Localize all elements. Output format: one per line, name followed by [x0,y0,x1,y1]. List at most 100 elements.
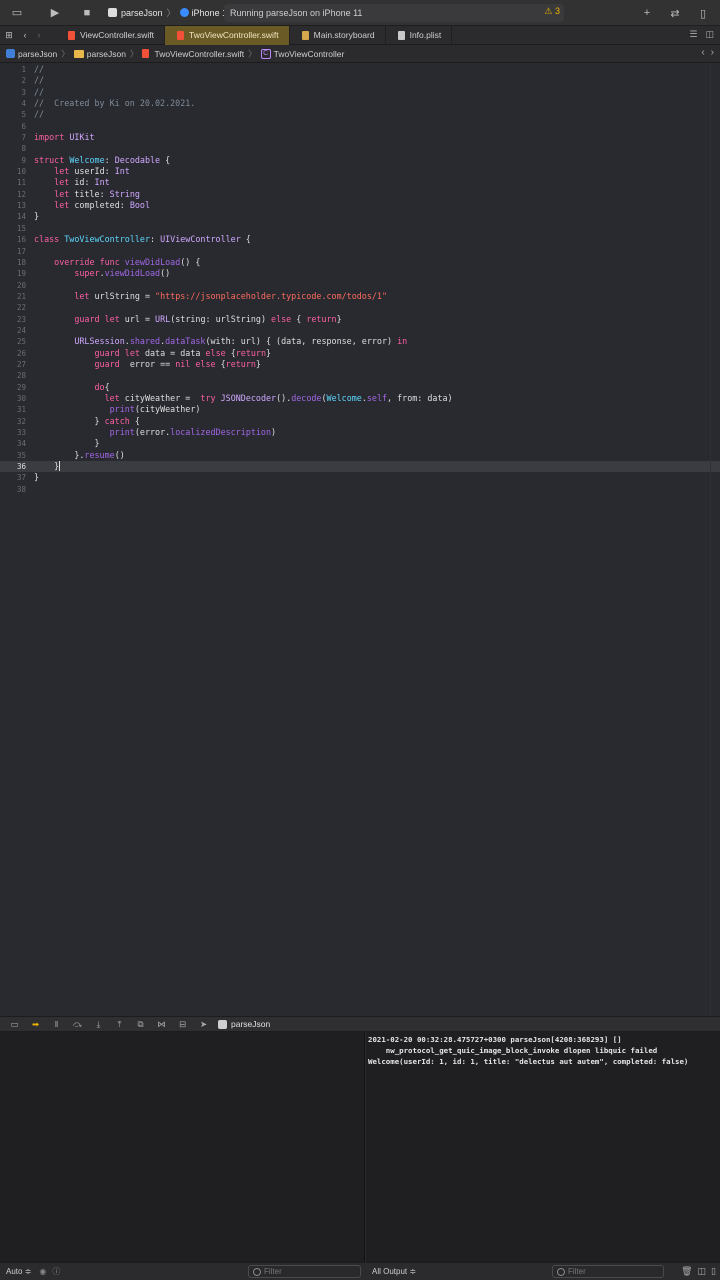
pause-icon[interactable]: ‖ [46,1016,67,1032]
process-selector[interactable]: parseJson [218,1019,270,1029]
simulate-location-icon[interactable]: ➤ [193,1016,214,1032]
code-line[interactable]: 30 let cityWeather = try JSONDecoder().d… [0,393,720,404]
tab-main-storyboard[interactable]: Main.storyboard [290,25,386,45]
code-line[interactable]: 23 guard let url = URL(string: urlString… [0,314,720,325]
code-text: } [34,472,40,483]
code-line[interactable]: 5 // [0,109,720,120]
hide-debug-area-icon[interactable]: ▭ [4,1016,25,1032]
code-line[interactable]: 24 [0,325,720,336]
line-number: 17 [16,246,26,256]
code-line[interactable]: 12 let title: String [0,189,720,200]
code-line[interactable]: 8 [0,143,720,154]
line-number: 18 [16,257,26,267]
code-line[interactable]: 18 override func viewDidLoad() { [0,257,720,268]
code-line[interactable]: 28 [0,370,720,381]
code-line[interactable]: 34 } [0,438,720,449]
info-icon[interactable]: ⓘ [52,1266,60,1277]
split-editor-icon[interactable]: ◫ [705,29,714,40]
code-text: } [34,438,100,449]
code-text: do{ [94,381,110,392]
code-line[interactable]: 38 [0,484,720,495]
output-selector[interactable]: All Output ≑ [372,1267,416,1276]
next-issue-icon[interactable]: › [711,47,714,58]
code-line[interactable]: 22 [0,302,720,313]
code-line[interactable]: 19 super.viewDidLoad() [0,268,720,279]
code-line[interactable]: 3 // [0,87,720,98]
memory-graph-icon[interactable]: ⋈ [151,1016,172,1032]
code-line[interactable]: 17 [0,246,720,257]
filter-placeholder: Filter [568,1267,586,1276]
variables-view[interactable] [0,1032,365,1262]
console-output[interactable]: 2021-02-20 00:32:28.475727+0300 parseJso… [366,1032,720,1262]
previous-issue-icon[interactable]: ‹ [701,47,704,58]
eye-icon[interactable]: ◉ [39,1267,46,1276]
back-icon[interactable]: ‹ [18,24,32,46]
code-line[interactable]: 4 // Created by Ki on 20.02.2021. [0,98,720,109]
code-line[interactable]: 6 [0,121,720,132]
code-text: } [34,461,61,472]
code-text: let userId: Int [54,166,130,177]
tab-viewcontroller[interactable]: ViewController.swift [56,25,166,45]
code-line[interactable]: 35 }.resume() [0,450,720,461]
console-line: nw_protocol_get_quic_image_block_invoke … [368,1046,658,1055]
step-into-icon[interactable]: ⤓ [88,1016,109,1032]
console-only-icon[interactable]: ▯ [711,1266,716,1277]
add-icon[interactable]: + [636,2,658,24]
run-button[interactable]: ▶ [44,2,66,24]
tab-twoviewcontroller[interactable]: TwoViewController.swift [165,25,290,45]
source-editor[interactable]: 1 // 2 // 3 // 4 // Created by Ki on 20.02.2021… [0,63,720,1016]
code-line[interactable]: 26 guard let data = data else {return} [0,348,720,359]
code-line[interactable]: 29 do{ [0,382,720,393]
editor-scrollbar[interactable] [710,63,720,1016]
trash-icon[interactable]: 🗑 [681,1266,692,1277]
code-line[interactable]: 7 import UIKit [0,132,720,143]
code-line[interactable]: 36 } [0,461,720,473]
scheme-selector[interactable]: parseJson 〉 iPhone 11 [108,6,231,19]
code-review-icon[interactable]: ⇄ [664,2,686,24]
code-line[interactable]: 9 struct Welcome: Decodable { [0,155,720,166]
activity-status: Running parseJson on iPhone 11 ⚠ 3 [224,4,564,22]
breadcrumb-file[interactable]: TwoViewController.swift [142,49,244,59]
warning-badge[interactable]: ⚠ 3 [544,6,560,17]
code-line[interactable]: 13 let completed: Bool [0,200,720,211]
code-line[interactable]: 20 [0,280,720,291]
code-text: } catch { [34,415,140,426]
debug-view-hierarchy-icon[interactable]: ⧉ [130,1016,151,1032]
code-line[interactable]: 25 URLSession.shared.dataTask(with: url)… [0,336,720,347]
tab-info-plist[interactable]: Info.plist [386,25,453,45]
code-line[interactable]: 31 print(cityWeather) [0,404,720,415]
step-out-icon[interactable]: ⤒ [109,1016,130,1032]
code-text: guard let url = URL(string: urlString) e… [74,313,342,324]
code-line[interactable]: 21 let urlString = "https://jsonplacehol… [0,291,720,302]
breadcrumb-symbol[interactable]: C TwoViewController [260,48,344,59]
code-line[interactable]: 15 [0,223,720,234]
code-line[interactable]: 33 print(error.localizedDescription) [0,427,720,438]
split-view-icon[interactable]: ◫ [698,1266,707,1277]
variables-scope-selector[interactable]: Auto ≑ [6,1267,31,1276]
inspector-toggle-icon[interactable]: ▯ [692,2,714,24]
code-line[interactable]: 27 guard error == nil else {return} [0,359,720,370]
environment-overrides-icon[interactable]: ⊟ [172,1016,193,1032]
navigator-toggle-icon[interactable]: ▭ [6,2,28,24]
console-filter-field[interactable]: Filter [552,1265,664,1278]
code-line[interactable]: 11 let id: Int [0,177,720,188]
code-line[interactable]: 14} [0,211,720,222]
editor-options-icon[interactable]: ☰ [689,29,697,40]
code-line[interactable]: 37} [0,472,720,483]
breadcrumb-project[interactable]: parseJson [6,49,57,59]
code-line[interactable]: 10 let userId: Int [0,166,720,177]
breadcrumb-group[interactable]: parseJson [73,49,126,59]
code-line[interactable]: 16 class TwoViewController: UIViewControl… [0,234,720,245]
code-line[interactable]: 2 // [0,75,720,86]
stop-button[interactable]: ■ [76,2,98,24]
step-over-icon[interactable]: ⤼ [67,1016,88,1032]
related-items-icon[interactable]: ⊞ [0,24,18,46]
chevron-right-icon: 〉 [129,48,139,59]
code-line[interactable]: 32 } catch { [0,416,720,427]
forward-icon[interactable]: › [32,24,46,46]
code-line[interactable]: 1 // [0,64,720,75]
line-number: 3 [21,87,26,97]
line-number: 31 [16,405,26,415]
breakpoints-toggle-icon[interactable]: ➡ [25,1016,46,1032]
variables-filter-field[interactable]: Filter [248,1265,361,1278]
